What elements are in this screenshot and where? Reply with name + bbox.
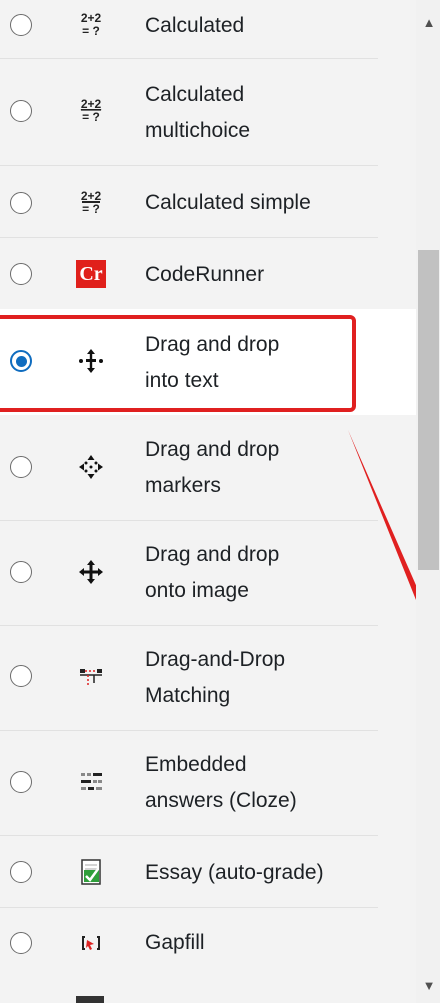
scroll-up-arrow-icon[interactable]: ▲ (420, 13, 438, 31)
scroll-down-arrow-icon[interactable]: ▼ (420, 976, 438, 994)
scrollbar-thumb[interactable] (418, 250, 439, 570)
annotation-arrow (348, 430, 440, 660)
